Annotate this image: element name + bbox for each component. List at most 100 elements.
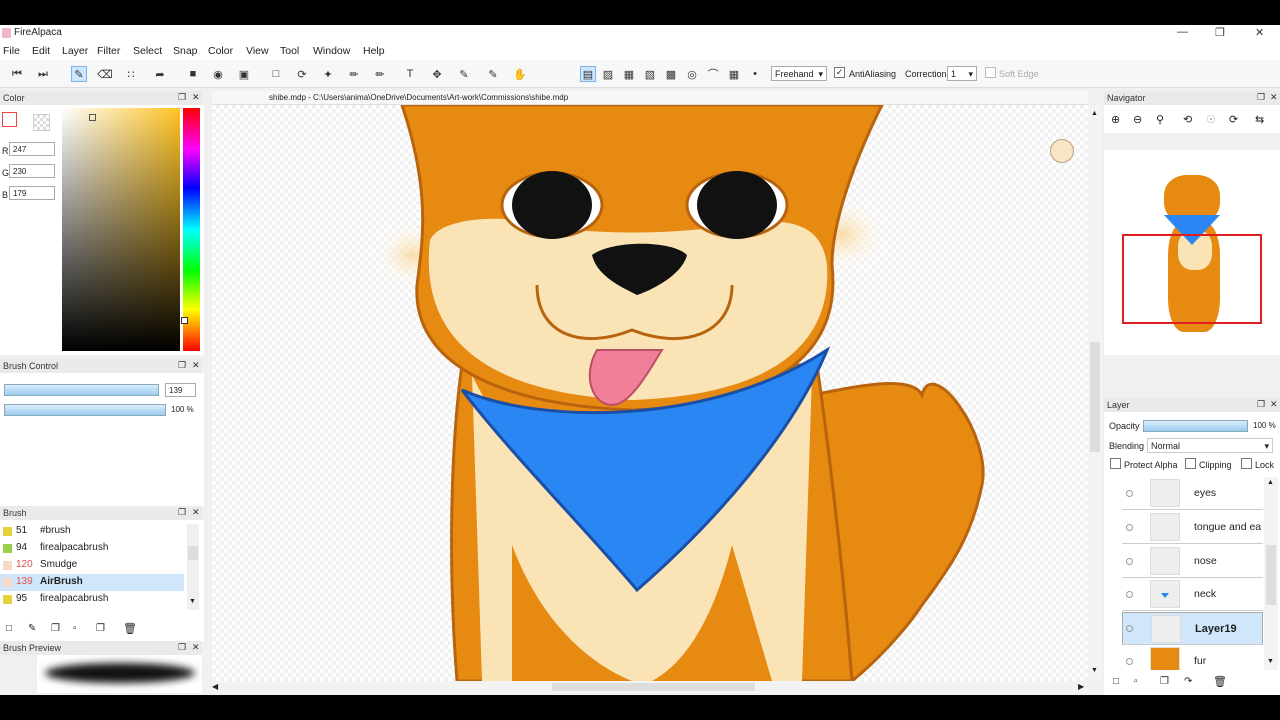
scroll-down-icon[interactable]: ▼ [189,598,196,605]
menu-layer[interactable]: Layer [62,45,88,57]
scroll-down-icon[interactable]: ▼ [1091,667,1098,674]
close-icon[interactable]: ✕ [1255,26,1264,39]
layer-visibility-icon[interactable] [1126,625,1133,632]
menu-filter[interactable]: Filter [97,45,120,57]
select-eraser-icon[interactable]: ✏ [372,66,388,82]
brush-size-slider[interactable] [4,384,159,396]
trash-icon[interactable]: 🗑 [123,622,137,635]
scrollbar-thumb[interactable] [552,683,755,691]
edit-brush-icon[interactable]: ✎ [28,623,36,634]
canvas-horizontal-scrollbar[interactable]: ◀ ▶ [212,681,1088,693]
operation-icon[interactable]: ✥ [429,66,445,82]
layer-row[interactable]: nose [1122,545,1263,578]
sv-color-picker[interactable] [62,108,180,351]
close-panel-icon[interactable]: ✕ [1270,399,1278,410]
flip-icon[interactable]: ⇆ [1255,113,1264,126]
rotate-left-icon[interactable]: ⟲ [1183,113,1192,126]
layer-row-selected[interactable]: Layer19 [1122,612,1263,645]
snap-parallel-icon[interactable]: ▨ [600,66,616,82]
dot-tool-icon[interactable]: ∷ [123,66,139,82]
lock-checkbox[interactable] [1241,458,1252,469]
navigator-viewport[interactable] [1122,234,1262,324]
clipping-checkbox[interactable] [1185,458,1196,469]
menu-help[interactable]: Help [363,45,385,57]
minimize-icon[interactable]: — [1177,26,1188,38]
zoom-in-icon[interactable]: ⊕ [1111,113,1120,126]
lasso-icon[interactable]: ⟳ [294,66,310,82]
menu-file[interactable]: File [3,45,20,57]
prev-icon[interactable]: ⏮ [9,66,25,82]
delete-layer-icon[interactable]: 🗑 [1213,675,1227,688]
dock-icon[interactable]: ❐ [178,642,186,653]
snap-vanish-icon[interactable]: ▩ [663,66,679,82]
duplicate-brush-icon[interactable]: ❐ [51,623,60,634]
dock-icon[interactable]: ❐ [178,507,186,518]
menu-view[interactable]: View [246,45,269,57]
antialias-checkbox[interactable]: ✓ [834,67,845,78]
new-folder-icon[interactable]: ▫ [1134,676,1138,687]
next-icon[interactable]: ⏭ [35,66,51,82]
brush-size-field[interactable]: 139 [165,383,196,397]
brush-item[interactable]: 120 Smudge [0,557,184,574]
b-value-field[interactable]: 179 [9,186,55,200]
menu-color[interactable]: Color [208,45,233,57]
eyedropper-icon[interactable]: ✎ [485,66,501,82]
mode-select[interactable]: Freehand ▾ [771,66,827,81]
layer-opacity-slider[interactable] [1143,420,1248,432]
scrollbar-thumb[interactable] [1090,342,1100,452]
gradient-icon[interactable]: ▣ [236,66,252,82]
magic-wand-icon[interactable]: ✦ [320,66,336,82]
pen-tool-icon[interactable]: ✎ [71,66,87,82]
primary-color-swatch[interactable] [2,112,17,127]
layer-row[interactable]: neck [1122,578,1263,611]
dock-icon[interactable]: ❐ [1257,92,1265,103]
select-pen-icon[interactable]: ✏ [346,66,362,82]
dock-icon[interactable]: ❐ [1257,399,1265,410]
layer-row[interactable]: fur [1122,645,1263,670]
layer-visibility-icon[interactable] [1126,490,1133,497]
restore-icon[interactable]: ❐ [1215,26,1225,39]
rotate-right-icon[interactable]: ⟳ [1229,113,1238,126]
scroll-left-icon[interactable]: ◀ [212,682,218,691]
zoom-out-icon[interactable]: ⊖ [1133,113,1142,126]
brush-item-selected[interactable]: 139 AirBrush [0,574,184,591]
move-tool-icon[interactable]: ➦ [152,66,168,82]
snap-dot-icon[interactable]: • [747,66,763,82]
layer-row[interactable]: eyes [1122,477,1263,510]
text-tool-icon[interactable]: T [402,66,418,82]
bucket-icon[interactable]: ◉ [210,66,226,82]
scroll-right-icon[interactable]: ▶ [1078,682,1084,691]
brush-item[interactable]: 94 firealpacabrush [0,540,184,557]
new-brush-icon[interactable]: □ [6,623,12,634]
snap-circle-icon[interactable]: ◎ [684,66,700,82]
snap-off-icon[interactable]: ▤ [580,66,596,82]
brush-item[interactable]: 51 #brush [0,523,184,540]
layer-row[interactable]: tongue and ea [1122,511,1263,544]
close-panel-icon[interactable]: ✕ [192,92,200,103]
snap-perspective-icon[interactable]: ▧ [642,66,658,82]
scrollbar-thumb[interactable] [188,546,198,560]
reset-rotation-icon[interactable]: ☉ [1206,113,1216,126]
eraser-tool-icon[interactable]: ⌫ [97,66,113,82]
menu-select[interactable]: Select [133,45,162,57]
select-rect-icon[interactable]: □ [268,66,284,82]
layer-visibility-icon[interactable] [1126,658,1133,665]
layer-visibility-icon[interactable] [1126,524,1133,531]
close-panel-icon[interactable]: ✕ [192,360,200,371]
blending-select[interactable]: Normal ▾ [1147,438,1273,453]
fill-rect-icon[interactable]: ■ [185,66,201,82]
hue-slider[interactable] [181,108,200,351]
snap-grid-icon[interactable]: ▦ [621,66,637,82]
menu-window[interactable]: Window [313,45,350,57]
dock-icon[interactable]: ❐ [178,360,186,371]
scroll-up-icon[interactable]: ▲ [1091,110,1098,117]
protect-alpha-checkbox[interactable] [1110,458,1121,469]
scrollbar-thumb[interactable] [1266,545,1276,605]
brush-opacity-slider[interactable] [4,404,166,416]
layer-visibility-icon[interactable] [1126,558,1133,565]
soft-edge-checkbox[interactable] [985,67,996,78]
layer-list-scrollbar[interactable]: ▲ ▼ [1264,477,1278,670]
duplicate-layer-icon[interactable]: ❐ [1160,676,1169,687]
copy-icon[interactable]: ❐ [96,623,105,634]
folder-icon[interactable]: ▫ [73,623,77,634]
